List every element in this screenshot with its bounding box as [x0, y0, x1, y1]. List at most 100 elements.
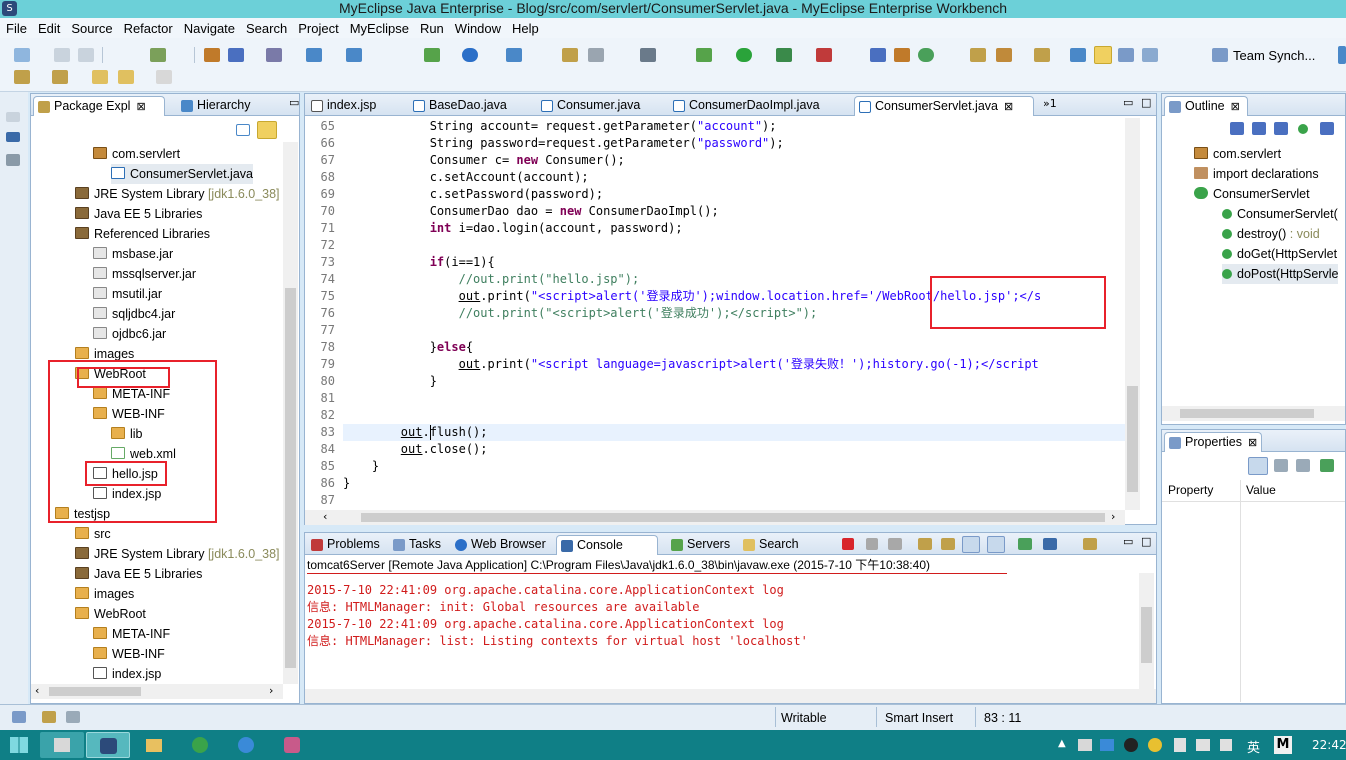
console-output[interactable]: 2015-7-10 22:41:09 org.apache.catalina.c…: [305, 573, 1139, 687]
tab-tasks[interactable]: Tasks: [389, 535, 449, 555]
deploy-icon[interactable]: [266, 48, 282, 62]
taskbar-app-explorer[interactable]: [132, 732, 176, 758]
menu-project[interactable]: Project: [292, 21, 343, 36]
advanced-icon[interactable]: [1274, 459, 1288, 472]
close-icon[interactable]: ⊠: [1231, 101, 1240, 113]
block-select-icon[interactable]: [1118, 48, 1134, 62]
tree-item[interactable]: msutil.jar: [93, 284, 162, 304]
input-language[interactable]: 英: [1247, 737, 1260, 756]
outline-horizontal-scrollbar[interactable]: [1162, 406, 1345, 421]
tree-item[interactable]: index.jsp: [93, 664, 161, 684]
explorer-horizontal-scrollbar[interactable]: ‹ ›: [31, 684, 283, 699]
tree-item[interactable]: WebRoot: [75, 604, 146, 624]
scroll-right-icon[interactable]: ›: [269, 684, 273, 697]
clear-console-icon[interactable]: [918, 538, 932, 550]
wizard-icon[interactable]: [506, 48, 522, 62]
tab-hierarchy[interactable]: Hierarchy: [177, 96, 285, 116]
menu-run[interactable]: Run: [414, 21, 449, 36]
minimized-view-icon[interactable]: [6, 132, 20, 142]
taskbar-app-ie[interactable]: [224, 732, 268, 758]
new-servlet-icon[interactable]: [346, 48, 362, 62]
menu-myeclipse[interactable]: MyEclipse: [344, 21, 414, 36]
show-on-out-icon[interactable]: [962, 536, 980, 553]
open-resource-icon[interactable]: [228, 48, 244, 62]
scroll-lock-icon[interactable]: [941, 538, 955, 550]
status-tool-icon[interactable]: [42, 711, 56, 723]
open-type-icon[interactable]: [204, 48, 220, 62]
build-icon[interactable]: [150, 48, 166, 62]
pin-console-icon[interactable]: [1018, 538, 1032, 550]
minimized-view-icon-2[interactable]: [6, 154, 20, 166]
tree-item[interactable]: JRE System Library [jdk1.6.0_38]: [75, 184, 280, 204]
perspective-switch-icon[interactable]: [1338, 46, 1346, 64]
console-vertical-scrollbar[interactable]: [1139, 573, 1154, 689]
show-on-err-icon[interactable]: [987, 536, 1005, 553]
browser-icon[interactable]: [462, 48, 478, 62]
editor-vertical-scrollbar[interactable]: [1125, 118, 1140, 510]
outline-item[interactable]: com.servlert: [1194, 144, 1281, 164]
team-sync-icon[interactable]: [1212, 48, 1228, 62]
qq-icon[interactable]: [1124, 738, 1138, 752]
tab-basedao-java[interactable]: BaseDao.java: [409, 96, 535, 116]
run-icon[interactable]: [736, 48, 752, 62]
tab-console[interactable]: Console: [556, 535, 658, 555]
volume-icon[interactable]: [1220, 739, 1232, 751]
menu-search[interactable]: Search: [240, 21, 292, 36]
tab-consumer-java[interactable]: Consumer.java: [537, 96, 667, 116]
ime-mode-icon[interactable]: M: [1274, 736, 1292, 754]
pencil-icon[interactable]: [996, 48, 1012, 62]
menu-refactor[interactable]: Refactor: [118, 21, 178, 36]
tree-item[interactable]: ojdbc6.jar: [93, 324, 166, 344]
tree-item[interactable]: images: [75, 584, 134, 604]
outline-item[interactable]: doGet(HttpServlet: [1222, 244, 1337, 264]
scroll-left-icon[interactable]: ‹: [323, 510, 327, 523]
menu-help[interactable]: Help: [506, 21, 544, 36]
tab-overflow[interactable]: »1: [1043, 97, 1057, 110]
db-icon[interactable]: [588, 48, 604, 62]
print-icon[interactable]: [78, 48, 94, 62]
usb-icon[interactable]: [1174, 738, 1186, 752]
network-icon[interactable]: [1196, 739, 1210, 751]
link-editor-icon[interactable]: [257, 121, 277, 139]
outline-item[interactable]: destroy() : void: [1222, 224, 1320, 244]
tray-icon[interactable]: [1078, 739, 1092, 751]
tab-web-browser[interactable]: Web Browser: [451, 535, 553, 555]
prev-annotation-icon[interactable]: [52, 70, 68, 84]
hide-local-types-icon[interactable]: [1320, 122, 1334, 135]
taskbar-app-myeclipse[interactable]: [86, 732, 130, 758]
close-icon[interactable]: ⊠: [136, 101, 145, 113]
scroll-left-icon[interactable]: ‹: [35, 684, 39, 697]
refresh-icon[interactable]: [918, 48, 934, 62]
outline-item[interactable]: ConsumerServlet(: [1222, 204, 1338, 224]
clock[interactable]: 22:42: [1312, 738, 1346, 752]
scroll-thumb[interactable]: [49, 687, 141, 696]
console-horizontal-scrollbar[interactable]: [305, 689, 1156, 703]
server-icon[interactable]: [424, 48, 440, 62]
last-edit-icon[interactable]: [92, 70, 108, 84]
tree-item[interactable]: META-INF: [93, 624, 170, 644]
sync-icon[interactable]: [562, 48, 578, 62]
new-class-icon[interactable]: [894, 48, 910, 62]
outline-item[interactable]: ConsumerServlet: [1194, 184, 1310, 204]
close-icon[interactable]: ⊠: [1248, 437, 1257, 449]
tree-item[interactable]: com.servlert: [93, 144, 180, 164]
tree-item[interactable]: Referenced Libraries: [75, 224, 210, 244]
scroll-right-icon[interactable]: ›: [1111, 510, 1115, 523]
task-icon[interactable]: [1034, 48, 1050, 62]
menu-navigate[interactable]: Navigate: [178, 21, 240, 36]
explorer-vertical-scrollbar[interactable]: [283, 142, 298, 684]
tree-item[interactable]: Java EE 5 Libraries: [75, 564, 202, 584]
tree-item[interactable]: Java EE 5 Libraries: [75, 204, 202, 224]
scroll-thumb[interactable]: [361, 513, 1105, 522]
tray-expand-icon[interactable]: ▲: [1058, 738, 1066, 749]
highlight-toggle-icon[interactable]: [1094, 46, 1112, 64]
scroll-thumb[interactable]: [1180, 409, 1314, 418]
minimize-icon[interactable]: ▭: [289, 96, 299, 109]
fast-view-icon[interactable]: [12, 711, 26, 723]
tab-outline[interactable]: Outline ⊠: [1164, 96, 1248, 116]
menu-source[interactable]: Source: [65, 21, 117, 36]
tray-icon[interactable]: [1148, 738, 1162, 752]
tree-item[interactable]: msbase.jar: [93, 244, 173, 264]
tray-icon[interactable]: [1100, 739, 1114, 751]
remove-launch-icon[interactable]: [866, 538, 878, 550]
